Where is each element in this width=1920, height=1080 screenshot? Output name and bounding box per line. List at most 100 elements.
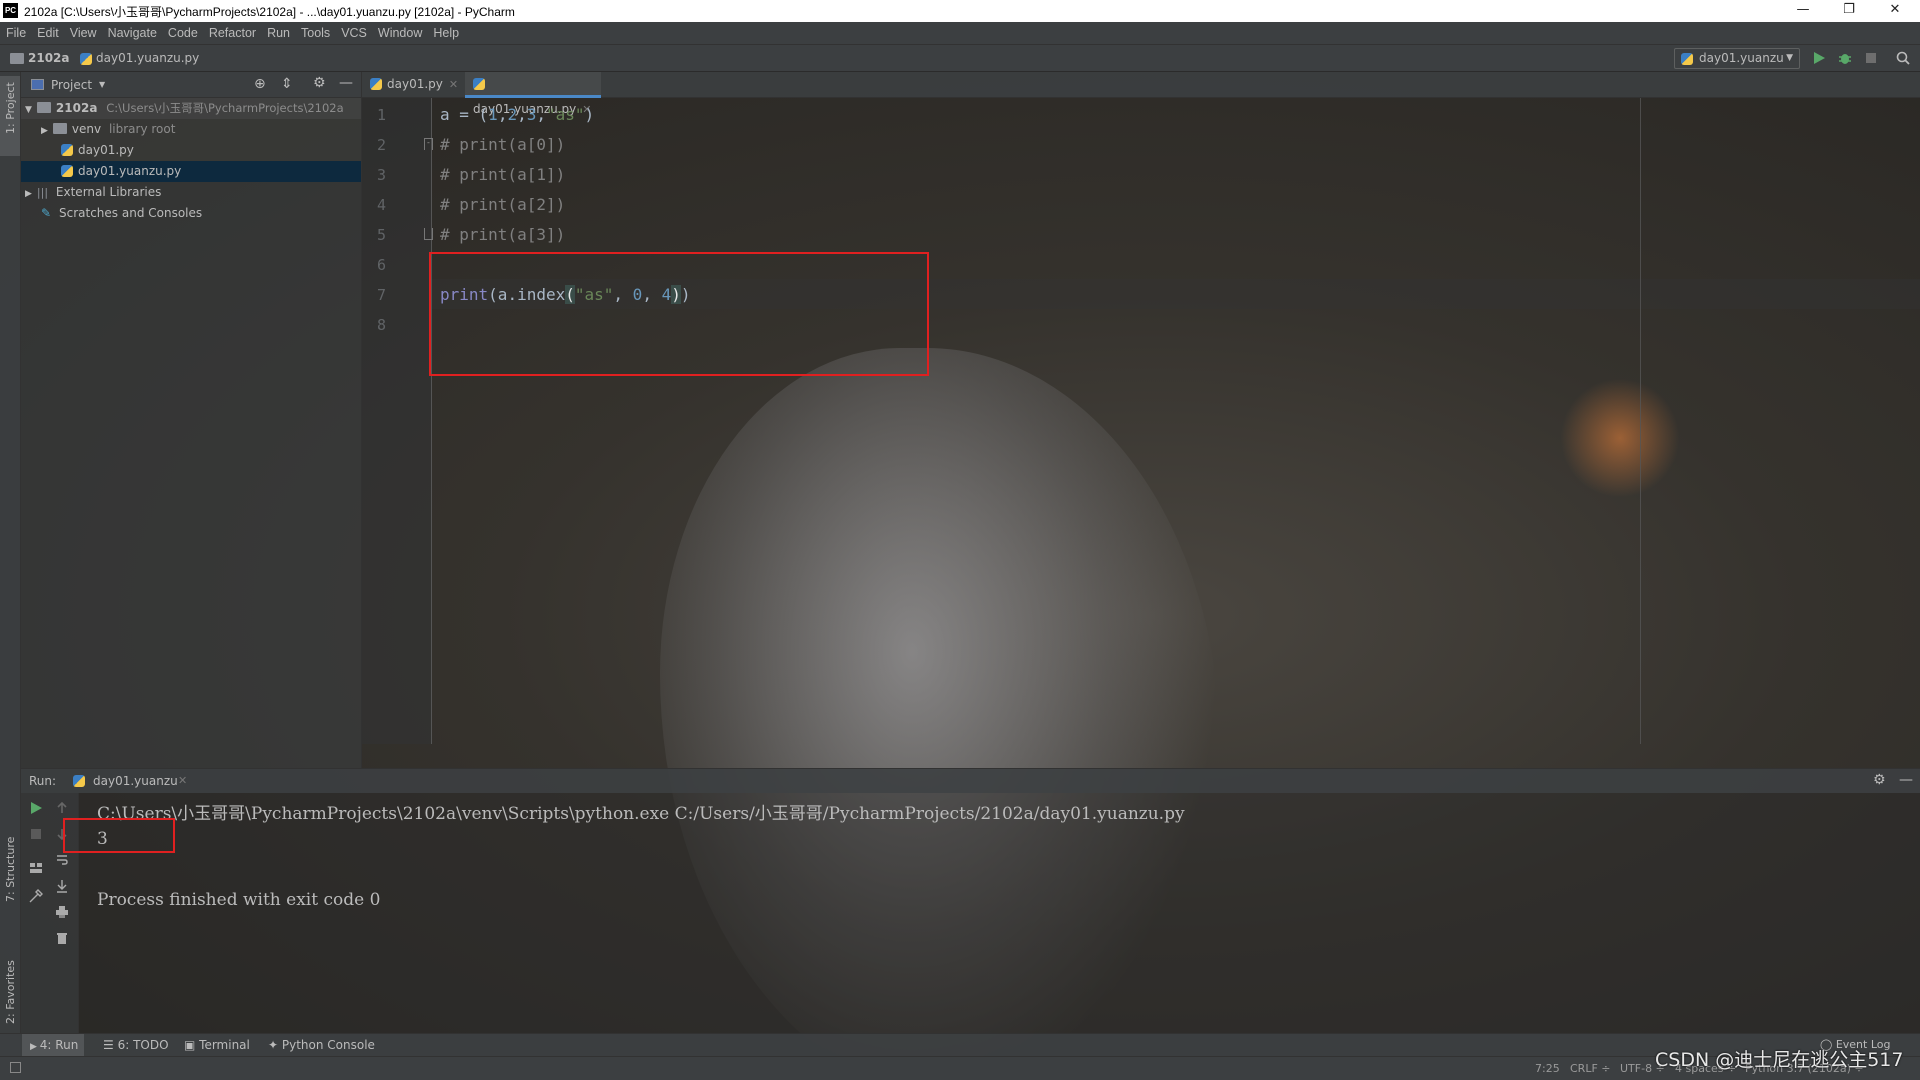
run-panel-label: Run: — [29, 774, 57, 788]
code-line-3: # print(a[1]) — [440, 165, 566, 184]
caret-position[interactable]: 7:25 — [1535, 1062, 1560, 1075]
tree-item-venv[interactable]: ▶ venv library root — [21, 119, 361, 140]
menu-navigate[interactable]: Navigate — [108, 26, 157, 40]
python-file-icon — [61, 165, 73, 177]
tree-item-external-libraries[interactable]: ▶ ||| External Libraries — [21, 182, 361, 203]
chevron-down-icon[interactable]: ▼ — [99, 80, 105, 89]
favorites-tool-tab[interactable]: 2: Favorites — [4, 960, 17, 1024]
python-console-tool-tab[interactable]: ✦ Python Console — [268, 1038, 375, 1052]
stop-icon[interactable] — [29, 827, 43, 841]
layout-icon[interactable] — [29, 861, 43, 875]
tree-item-path: C:\Users\小玉哥哥\PycharmProjects\2102a — [106, 101, 344, 115]
menu-edit[interactable]: Edit — [37, 26, 59, 40]
python-file-icon — [73, 775, 85, 787]
chevron-right-icon: ▶ — [41, 126, 48, 136]
menu-view[interactable]: View — [70, 26, 97, 40]
line-number: 4 — [376, 196, 386, 214]
hide-panel-icon[interactable]: — — [339, 75, 353, 91]
menu-window[interactable]: Window — [378, 26, 422, 40]
debug-icon[interactable] — [1838, 51, 1852, 65]
scratches-icon: ✎ — [41, 206, 52, 220]
restore-button[interactable]: ❐ — [1826, 0, 1872, 22]
gear-icon[interactable]: ⚙ — [313, 75, 326, 91]
tree-item-label: Scratches and Consoles — [59, 206, 203, 220]
trash-icon[interactable] — [55, 931, 69, 945]
editor-gutter: 1 2 3 4 5 6 7 8 - — [362, 98, 433, 744]
python-file-icon — [1681, 53, 1693, 65]
menu-tools[interactable]: Tools — [301, 26, 330, 40]
python-file-icon — [370, 78, 382, 90]
toggle-tool-windows-icon[interactable] — [10, 1062, 21, 1073]
breadcrumb-file[interactable]: day01.yuanzu.py — [96, 51, 199, 65]
gear-icon[interactable]: ⚙ — [1873, 772, 1886, 788]
code-line-1: a = (1,2,3,"as") — [440, 105, 595, 124]
menu-file[interactable]: File — [6, 26, 26, 40]
collapse-all-icon[interactable]: ⇕ — [281, 76, 293, 92]
console-exit-message: Process finished with exit code 0 — [97, 890, 381, 910]
libraries-icon: ||| — [36, 186, 49, 199]
menu-refactor[interactable]: Refactor — [209, 26, 256, 40]
locate-file-icon[interactable]: ⊕ — [254, 76, 266, 92]
line-number: 5 — [376, 226, 386, 244]
console-command-line: C:\Users\小玉哥哥\PycharmProjects\2102a\venv… — [97, 804, 1185, 824]
menu-run[interactable]: Run — [267, 26, 290, 40]
hide-panel-icon[interactable]: — — [1899, 772, 1913, 788]
minimize-button[interactable]: — — [1780, 0, 1826, 22]
menu-bar: File Edit View Navigate Code Refactor Ru… — [0, 22, 1920, 44]
tree-item-project-root[interactable]: ▼ 2102a C:\Users\小玉哥哥\PycharmProjects\210… — [21, 98, 361, 119]
window-title-bar: PC 2102a [C:\Users\小玉哥哥\PycharmProjects\… — [0, 0, 1920, 22]
annotation-highlight-box — [429, 252, 929, 376]
left-tool-window-strip: 1: Project 7: Structure 2: Favorites — [0, 72, 21, 1056]
run-console[interactable] — [21, 793, 1920, 1033]
line-number: 6 — [376, 256, 386, 274]
menu-code[interactable]: Code — [168, 26, 198, 40]
tree-item-label: day01.yuanzu.py — [78, 164, 182, 178]
close-tab-icon[interactable]: ✕ — [178, 774, 187, 787]
project-tool-tab[interactable]: 1: Project — [4, 82, 17, 134]
terminal-tool-tab[interactable]: ▣ Terminal — [184, 1038, 250, 1052]
tree-item-day01[interactable]: day01.py — [21, 140, 361, 161]
tree-item-annotation: library root — [108, 122, 176, 136]
line-number: 1 — [376, 106, 386, 124]
line-number: 2 — [376, 136, 386, 154]
tab-day01-yuanzu[interactable]: day01.yuanzu.py ✕ — [465, 72, 601, 116]
run-icon[interactable] — [1812, 51, 1826, 65]
line-separator[interactable]: CRLF ÷ — [1570, 1062, 1611, 1075]
window-title: 2102a [C:\Users\小玉哥哥\PycharmProjects\210… — [24, 5, 515, 19]
tree-item-label: venv — [71, 122, 102, 136]
close-button[interactable]: ✕ — [1872, 0, 1918, 22]
folder-icon — [10, 53, 24, 64]
tree-item-day01-yuanzu[interactable]: day01.yuanzu.py — [21, 161, 361, 182]
line-number: 3 — [376, 166, 386, 184]
line-number: 8 — [376, 316, 386, 334]
todo-tool-tab[interactable]: ☰ 6: TODO — [103, 1038, 169, 1052]
pin-icon[interactable] — [29, 889, 43, 903]
rerun-icon[interactable] — [29, 801, 43, 815]
search-icon[interactable] — [1896, 51, 1910, 65]
up-arrow-icon[interactable] — [55, 801, 69, 815]
run-tool-tab[interactable]: ▶ 4: Run — [30, 1038, 78, 1052]
stop-icon[interactable] — [1864, 51, 1878, 65]
close-tab-icon[interactable]: ✕ — [449, 78, 458, 91]
tree-item-scratches[interactable]: ✎ Scratches and Consoles — [21, 203, 361, 224]
menu-help[interactable]: Help — [433, 26, 459, 40]
csdn-watermark: CSDN @迪士尼在逃公主517 — [1655, 1049, 1904, 1071]
folder-icon — [52, 123, 67, 134]
run-tab-label[interactable]: day01.yuanzu — [93, 774, 178, 788]
scroll-to-end-icon[interactable] — [55, 879, 69, 893]
run-config-label: day01.yuanzu — [1699, 51, 1784, 65]
tree-item-label: 2102a — [55, 101, 98, 115]
run-configuration-selector[interactable]: day01.yuanzu ▼ — [1674, 48, 1800, 69]
project-view-selector[interactable]: Project — [51, 78, 92, 92]
soft-wrap-icon[interactable] — [55, 853, 69, 867]
code-editor[interactable]: a = (1,2,3,"as") # print(a[0]) # print(a… — [429, 98, 1920, 744]
print-icon[interactable] — [55, 905, 69, 919]
menu-vcs[interactable]: VCS — [341, 26, 367, 40]
folder-icon — [36, 102, 51, 113]
structure-tool-tab[interactable]: 7: Structure — [4, 837, 17, 902]
breadcrumb-project[interactable]: 2102a — [28, 51, 70, 65]
chevron-right-icon: ▶ — [25, 189, 32, 199]
tab-day01[interactable]: day01.py ✕ — [362, 72, 464, 98]
run-icon: ▶ — [30, 1042, 40, 1052]
code-line-5: # print(a[3]) — [440, 225, 566, 244]
